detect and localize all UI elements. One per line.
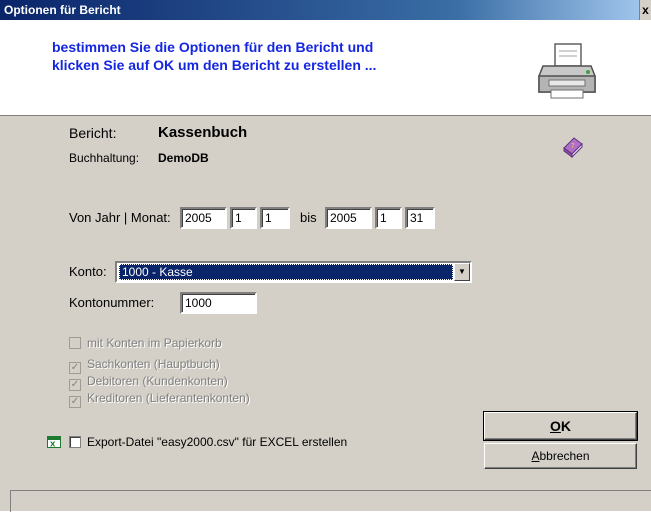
excel-icon: X: [47, 436, 61, 448]
close-button[interactable]: x: [639, 0, 651, 20]
kontonummer-input[interactable]: 1000: [180, 292, 257, 314]
dialog-header: bestimmen Sie die Optionen für den Beric…: [0, 20, 651, 115]
from-month-input[interactable]: 1: [230, 207, 257, 229]
window-title: Optionen für Bericht: [4, 3, 121, 17]
konto-label: Konto:: [69, 264, 107, 279]
buchhaltung-value: DemoDB: [158, 151, 209, 165]
kontonummer-label: Kontonummer:: [69, 295, 155, 310]
buchhaltung-label: Buchhaltung:: [69, 151, 140, 165]
checkbox-export-box[interactable]: [69, 436, 81, 448]
cancel-button[interactable]: Abbrechen: [484, 443, 637, 469]
svg-text:?: ?: [571, 142, 575, 150]
printer-icon: [538, 43, 596, 99]
konto-selected-value[interactable]: 1000 - Kasse: [119, 264, 453, 280]
period-label: Von Jahr | Monat:: [69, 210, 171, 225]
checkbox-sachkonten-label: Sachkonten (Hauptbuch): [87, 357, 220, 371]
checkbox-kreditoren[interactable]: ✓ Kreditoren (Lieferantenkonten): [69, 391, 250, 408]
book-icon[interactable]: ?: [562, 136, 584, 158]
checkbox-sachkonten[interactable]: ✓ Sachkonten (Hauptbuch): [69, 357, 220, 374]
bis-label: bis: [300, 210, 317, 225]
konto-select[interactable]: 1000 - Kasse ▼: [115, 261, 472, 283]
checkbox-kreditoren-label: Kreditoren (Lieferantenkonten): [87, 391, 250, 405]
cancel-label-rest: bbrechen: [539, 449, 590, 463]
bericht-label: Bericht:: [69, 125, 117, 141]
ok-label-rest: K: [560, 418, 571, 434]
ok-button[interactable]: OK: [483, 411, 638, 441]
title-bar: Optionen für Bericht: [0, 0, 651, 20]
header-line-1: bestimmen Sie die Optionen für den Beric…: [52, 39, 374, 55]
to-month-input[interactable]: 1: [375, 207, 402, 229]
checkbox-sachkonten-box[interactable]: ✓: [69, 362, 81, 374]
status-bar: [10, 490, 651, 512]
checkbox-papierkorb[interactable]: mit Konten im Papierkorb: [69, 336, 222, 352]
checkbox-export-label: Export-Datei "easy2000.csv" für EXCEL er…: [87, 435, 348, 449]
checkbox-papierkorb-label: mit Konten im Papierkorb: [87, 336, 222, 350]
checkbox-kreditoren-box[interactable]: ✓: [69, 396, 81, 408]
header-instructions: bestimmen Sie die Optionen für den Beric…: [52, 38, 376, 74]
from-day-input[interactable]: 1: [260, 207, 290, 229]
checkbox-export[interactable]: Export-Datei "easy2000.csv" für EXCEL er…: [69, 435, 347, 451]
chevron-down-icon[interactable]: ▼: [454, 263, 470, 281]
svg-text:X: X: [50, 441, 56, 449]
bericht-value: Kassenbuch: [158, 124, 248, 141]
to-day-input[interactable]: 31: [405, 207, 435, 229]
checkbox-debitoren-box[interactable]: ✓: [69, 379, 81, 391]
checkbox-papierkorb-box[interactable]: [69, 337, 81, 349]
dialog-body: Bericht: Kassenbuch Buchhaltung: DemoDB …: [0, 115, 651, 512]
checkbox-debitoren[interactable]: ✓ Debitoren (Kundenkonten): [69, 374, 228, 391]
to-year-input[interactable]: 2005: [325, 207, 372, 229]
checkbox-debitoren-label: Debitoren (Kundenkonten): [87, 374, 228, 388]
from-year-input[interactable]: 2005: [180, 207, 227, 229]
ok-mnemonic: O: [549, 418, 561, 434]
header-line-2: klicken Sie auf OK um den Bericht zu ers…: [52, 57, 377, 73]
